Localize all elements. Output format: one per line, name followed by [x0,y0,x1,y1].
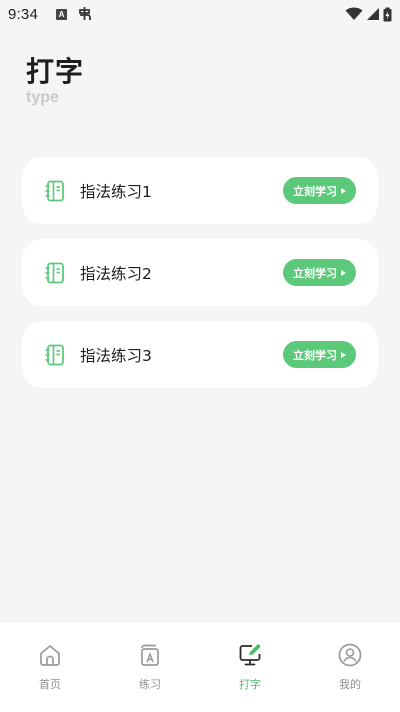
nav-item-home[interactable]: 首页 [0,623,100,712]
lesson-title: 指法练习1 [80,182,152,201]
notebook-icon [42,178,68,204]
play-arrow-icon [341,187,346,194]
start-learning-label: 立刻学习 [293,266,337,280]
profile-icon [338,643,362,667]
bottom-nav: 首页 练习 打字 我的 [0,623,400,712]
lesson-card-1[interactable]: 指法练习1 立刻学习 [22,157,378,224]
nav-label: 我的 [339,678,361,691]
status-bar: 9:34 A [0,0,400,28]
start-learning-label: 立刻学习 [293,348,337,362]
lesson-card-list: 指法练习1 立刻学习 指法练习2 立刻学习 指法练习3 立刻学习 [22,157,378,403]
practice-book-icon [141,644,159,666]
app-notification-icon [79,7,91,20]
nav-item-mine[interactable]: 我的 [300,623,400,712]
a-notification-icon: A [56,8,67,20]
start-learning-label: 立刻学习 [293,184,337,198]
notebook-icon [42,342,68,368]
monitor-edit-icon [239,644,261,666]
start-learning-button[interactable]: 立刻学习 [283,177,356,204]
nav-label: 打字 [239,678,261,691]
lesson-card-3[interactable]: 指法练习3 立刻学习 [22,321,378,388]
play-arrow-icon [341,269,346,276]
lesson-title: 指法练习2 [80,264,152,283]
page-subtitle: type [26,89,59,106]
cellular-signal-icon [367,8,379,20]
notebook-icon [42,260,68,286]
status-system-icons [345,7,392,22]
lesson-card-2[interactable]: 指法练习2 立刻学习 [22,239,378,306]
page-title: 打字 [26,55,85,88]
nav-label: 首页 [39,678,61,691]
status-notification-icons: A [56,6,93,22]
play-arrow-icon [341,351,346,358]
status-time: 9:34 [8,5,38,23]
start-learning-button[interactable]: 立刻学习 [283,259,356,286]
home-icon [40,645,60,666]
nav-item-practice[interactable]: 练习 [100,623,200,712]
start-learning-button[interactable]: 立刻学习 [283,341,356,368]
wifi-icon [345,7,363,20]
lesson-title: 指法练习3 [80,346,152,365]
nav-label: 练习 [139,678,161,691]
battery-charging-icon [383,7,392,21]
nav-item-typing[interactable]: 打字 [200,623,300,712]
